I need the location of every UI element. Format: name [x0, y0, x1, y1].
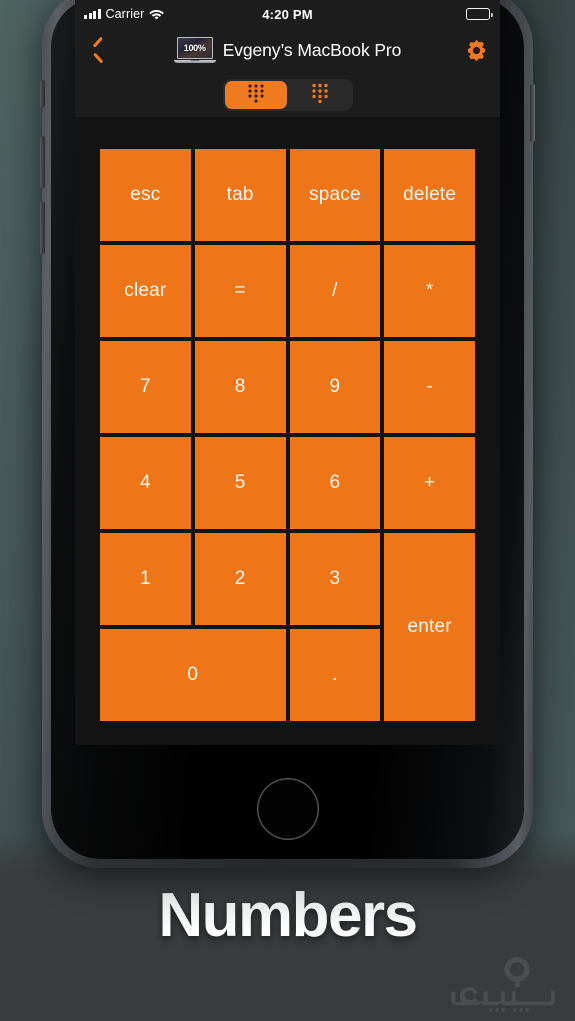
keypad-area: esc tab space delete clear = / * 7 8 9 -… — [75, 117, 500, 745]
key-minus[interactable]: - — [384, 341, 475, 433]
battery-icon — [466, 8, 493, 20]
key-clear[interactable]: clear — [100, 245, 191, 337]
segment-numpad-dense[interactable] — [224, 81, 287, 109]
numeric-keypad: esc tab space delete clear = / * 7 8 9 -… — [100, 149, 475, 721]
key-enter[interactable]: enter — [384, 533, 475, 721]
key-5[interactable]: 5 — [194, 437, 286, 529]
status-bar-right — [466, 8, 493, 20]
page-title: Evgeny’s MacBook Pro — [222, 40, 402, 60]
numpad-dots-spaced-icon — [311, 83, 329, 108]
macbook-thumbnail-percent: 100% — [183, 42, 206, 53]
chevron-left-icon — [91, 40, 104, 62]
key-6[interactable]: 6 — [289, 437, 381, 529]
navigation-title-group: 100% Evgeny’s MacBook Pro — [75, 37, 500, 64]
key-1[interactable]: 1 — [100, 533, 191, 625]
key-esc[interactable]: esc — [100, 149, 191, 241]
key-decimal[interactable]: . — [289, 629, 381, 721]
home-button[interactable] — [256, 778, 319, 840]
power-button[interactable] — [530, 84, 535, 142]
key-space[interactable]: space — [289, 149, 381, 241]
key-9[interactable]: 9 — [289, 341, 381, 433]
status-bar: Carrier 4:20 PM — [75, 0, 500, 28]
macbook-thumbnail-base — [173, 59, 216, 63]
macbook-thumbnail-screen: 100% — [176, 37, 213, 59]
key-equals[interactable]: = — [194, 245, 286, 337]
key-7[interactable]: 7 — [100, 341, 191, 433]
iphone-device-frame: Carrier 4:20 PM 100% Evgeny’s MacBook Pr… — [40, 0, 535, 868]
key-0[interactable]: 0 — [100, 629, 286, 721]
key-multiply[interactable]: * — [384, 245, 475, 337]
numpad-dots-icon — [247, 83, 265, 108]
key-plus[interactable]: + — [384, 437, 475, 529]
settings-button[interactable] — [452, 28, 500, 73]
key-2[interactable]: 2 — [194, 533, 286, 625]
volume-down-button[interactable] — [40, 202, 45, 254]
caption-title: Numbers — [0, 880, 575, 951]
segment-numpad-spaced[interactable] — [289, 81, 351, 109]
key-8[interactable]: 8 — [194, 341, 286, 433]
view-mode-bar — [75, 73, 500, 117]
key-3[interactable]: 3 — [289, 533, 381, 625]
key-divide[interactable]: / — [289, 245, 381, 337]
key-delete[interactable]: delete — [384, 149, 475, 241]
iphone-screen: Carrier 4:20 PM 100% Evgeny’s MacBook Pr… — [75, 0, 500, 745]
back-button[interactable] — [75, 28, 119, 73]
key-tab[interactable]: tab — [194, 149, 286, 241]
macbook-thumbnail-icon: 100% — [173, 37, 216, 64]
sibche-logo-watermark — [451, 955, 561, 1013]
volume-up-button[interactable] — [40, 136, 45, 188]
navigation-bar: 100% Evgeny’s MacBook Pro — [75, 28, 500, 73]
key-4[interactable]: 4 — [100, 437, 191, 529]
mute-switch-button[interactable] — [40, 80, 45, 108]
gear-icon — [464, 38, 489, 63]
status-bar-clock: 4:20 PM — [262, 6, 313, 22]
view-mode-segmented-control[interactable] — [222, 79, 353, 111]
